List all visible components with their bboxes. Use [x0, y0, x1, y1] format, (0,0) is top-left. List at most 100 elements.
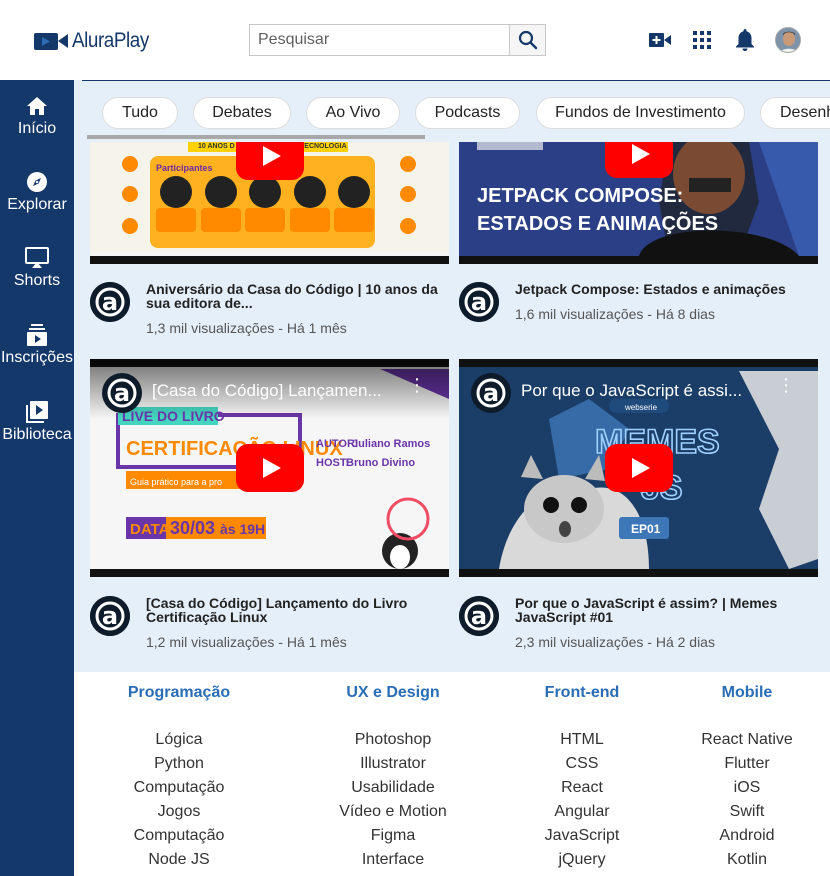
footer-link[interactable]: Android: [682, 824, 812, 848]
thumb-host-label: HOST:: [316, 457, 349, 469]
thumb-line-1: JETPACK COMPOSE:: [477, 185, 683, 207]
video-card-info: a Jetpack Compose: Estados e animações 1…: [459, 282, 818, 352]
video-thumbnail[interactable]: JETPACK COMPOSE: ESTADOS E ANIMAÇÕES: [459, 142, 818, 264]
footer-link[interactable]: Flutter: [682, 752, 812, 776]
footer-link[interactable]: JavaScript: [507, 824, 657, 848]
chip-fundos-de-investimento[interactable]: Fundos de Investimento: [536, 97, 745, 129]
footer-link[interactable]: React: [507, 776, 657, 800]
more-options-icon[interactable]: ⋮: [777, 376, 795, 394]
footer-link[interactable]: HTML: [507, 728, 657, 752]
search-input[interactable]: [249, 24, 509, 56]
footer-link[interactable]: Photoshop: [318, 728, 468, 752]
search-button[interactable]: [509, 24, 546, 56]
embed-channel-avatar[interactable]: a: [102, 373, 142, 418]
chip-ao-vivo[interactable]: Ao Vivo: [306, 97, 400, 129]
notifications-icon[interactable]: [733, 28, 757, 52]
sidebar-item-inscricoes[interactable]: Inscrições: [0, 323, 74, 367]
sidebar: Início Explorar Shorts Inscrições Biblio…: [0, 80, 74, 876]
footer-link[interactable]: Usabilidade: [318, 776, 468, 800]
embed-channel-avatar[interactable]: a: [471, 373, 511, 418]
footer-link[interactable]: React Native: [682, 728, 812, 752]
header-actions: [648, 27, 801, 53]
more-options-icon[interactable]: ⋮: [408, 376, 426, 394]
footer-link[interactable]: Computação: [104, 776, 254, 800]
play-button-icon[interactable]: [236, 142, 304, 180]
video-card-info: a Por que o JavaScript é assim? | Memes …: [459, 596, 818, 666]
video-thumbnail[interactable]: LIVE DO LIVRO CERTIFICAÇÃO LINUX Guia pr…: [90, 359, 449, 577]
alura-channel-icon: a: [471, 373, 511, 413]
footer-link[interactable]: Computação: [104, 824, 254, 848]
chips-scrollbar[interactable]: [87, 135, 425, 139]
thumb-ep: EP01: [631, 522, 661, 536]
sidebar-item-label: Shorts: [13, 272, 61, 289]
footer-column-title: Mobile: [721, 684, 773, 701]
footer-link[interactable]: jQuery: [507, 848, 657, 872]
video-thumbnail[interactable]: webserie MEMES JS EP01 a Por que o JavaS…: [459, 359, 818, 577]
thumb-participants: Participantes: [156, 163, 213, 173]
chip-desenho[interactable]: Desenh: [760, 97, 830, 129]
svg-text:a: a: [102, 602, 118, 630]
svg-text:a: a: [483, 379, 499, 407]
footer-link[interactable]: Vídeo e Motion: [318, 800, 468, 824]
chip-debates[interactable]: Debates: [193, 97, 291, 129]
video-title[interactable]: Aniversário da Casa do Código | 10 anos …: [146, 282, 449, 310]
channel-avatar[interactable]: a: [459, 282, 499, 322]
footer-link[interactable]: Lógica: [104, 728, 254, 752]
video-views: 1,3 mil visualizações - Há 1 mês: [146, 320, 347, 336]
user-avatar[interactable]: [775, 27, 801, 53]
footer-link[interactable]: Node JS: [104, 848, 254, 872]
footer-link[interactable]: Kotlin: [682, 848, 812, 872]
footer-column-title: Front-end: [544, 684, 620, 701]
footer-link[interactable]: CSS: [507, 752, 657, 776]
footer-link[interactable]: Swift: [682, 800, 812, 824]
play-button-icon[interactable]: [605, 444, 673, 492]
footer-column-front-end: Front-end HTML CSS React Angular JavaScr…: [507, 684, 657, 872]
video-views: 2,3 mil visualizações - Há 2 dias: [515, 634, 715, 650]
footer-links: Programação Lógica Python Computação Jog…: [74, 672, 830, 876]
thumb-date: 30/03: [170, 518, 215, 538]
thumb-author: Juliano Ramos: [352, 438, 430, 450]
chip-podcasts[interactable]: Podcasts: [415, 97, 520, 129]
library-icon: [26, 401, 48, 423]
play-button-icon[interactable]: [605, 142, 673, 178]
create-video-icon[interactable]: [648, 28, 672, 52]
footer-link[interactable]: Illustrator: [318, 752, 468, 776]
footer-link[interactable]: Angular: [507, 800, 657, 824]
camera-logo-icon: [34, 33, 68, 50]
embed-video-title[interactable]: [Casa do Código] Lançamen...: [152, 381, 402, 401]
footer-link[interactable]: Jogos: [104, 800, 254, 824]
footer-link[interactable]: Interface: [318, 848, 468, 872]
search-bar: [249, 24, 546, 56]
footer-link[interactable]: iOS: [682, 776, 812, 800]
sidebar-item-shorts[interactable]: Shorts: [0, 246, 74, 290]
footer-link[interactable]: Figma: [318, 824, 468, 848]
footer-link[interactable]: Python: [104, 752, 254, 776]
video-thumbnail[interactable]: 10 ANOS D TECNOLOGIA Participantes: [90, 142, 449, 264]
channel-avatar[interactable]: a: [90, 282, 130, 322]
sidebar-item-biblioteca[interactable]: Biblioteca: [0, 400, 74, 444]
thumb-book: CERTIFICAÇÃO LINUX: [126, 437, 343, 460]
apps-grid-icon[interactable]: [690, 28, 714, 52]
video-title[interactable]: Por que o JavaScript é assim? | Memes Ja…: [515, 596, 818, 624]
alura-play-logo[interactable]: AluraPlay: [34, 29, 157, 53]
video-views: 1,2 mil visualizações - Há 1 mês: [146, 634, 347, 650]
subscriptions-icon: [27, 324, 47, 346]
home-icon: [27, 97, 47, 115]
video-card-info: a Aniversário da Casa do Código | 10 ano…: [90, 282, 449, 352]
play-button-icon[interactable]: [236, 444, 304, 492]
thumb-host: Bruno Divino: [346, 457, 415, 469]
footer-column-ux-design: UX e Design Photoshop Illustrator Usabil…: [318, 684, 468, 872]
footer-column-title: UX e Design: [346, 684, 440, 701]
channel-avatar[interactable]: a: [459, 596, 499, 636]
chip-tudo[interactable]: Tudo: [102, 97, 178, 129]
svg-text:a: a: [114, 379, 130, 407]
footer-column-title: Programação: [127, 684, 231, 701]
embed-video-title[interactable]: Por que o JavaScript é assi...: [521, 381, 771, 401]
channel-avatar[interactable]: a: [90, 596, 130, 636]
video-title[interactable]: [Casa do Código] Lançamento do Livro Cer…: [146, 596, 449, 624]
video-title[interactable]: Jetpack Compose: Estados e animações: [515, 282, 818, 296]
alura-channel-icon: a: [459, 282, 499, 322]
sidebar-item-inicio[interactable]: Início: [0, 94, 74, 138]
sidebar-item-explorar[interactable]: Explorar: [0, 170, 74, 214]
thumb-header-2: TECNOLOGIA: [300, 143, 347, 150]
